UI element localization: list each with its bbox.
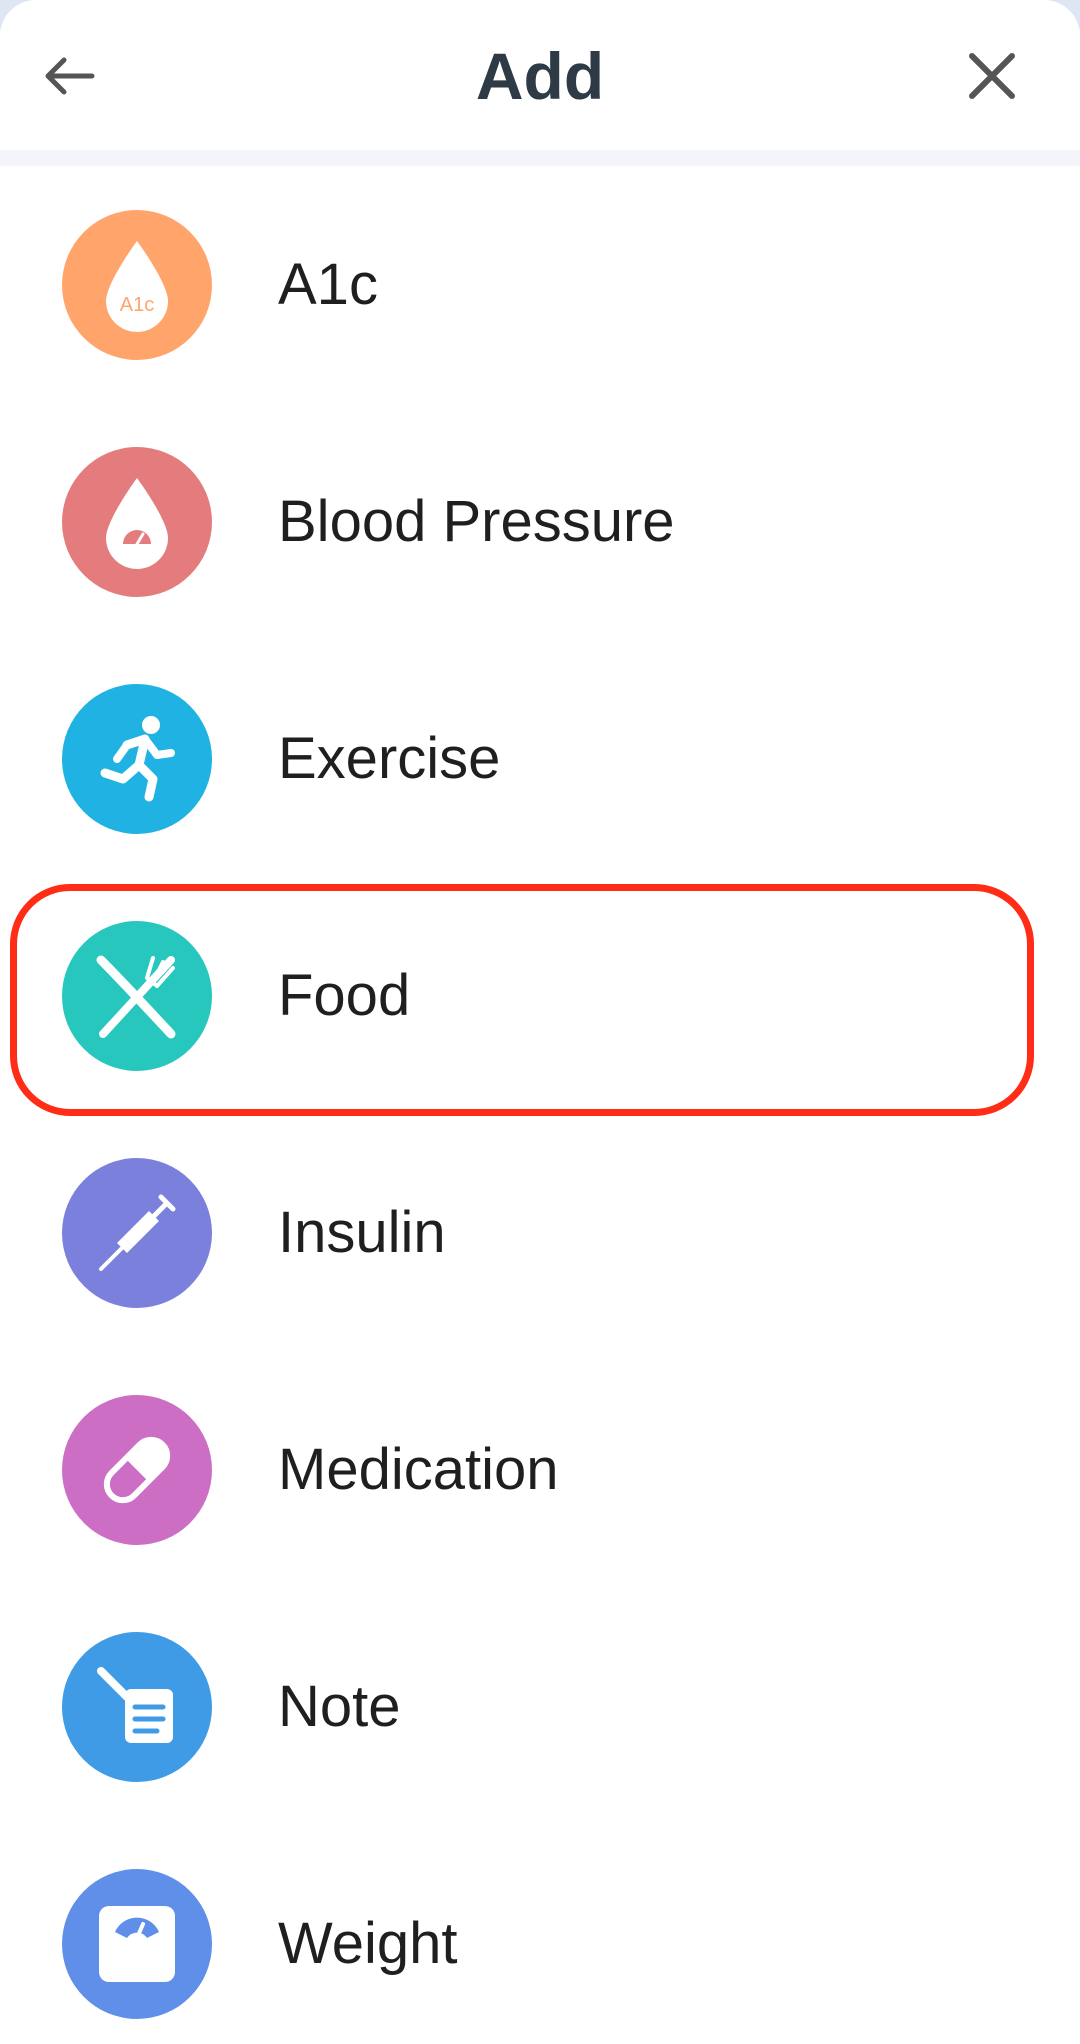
list-item-label: A1c [278,252,378,317]
list-item-label: Blood Pressure [278,489,675,554]
list-item-food[interactable]: Food [0,877,1080,1114]
list-item-label: Note [278,1674,401,1739]
blood-pressure-drop-icon [62,447,212,597]
close-icon [969,53,1015,99]
note-icon [62,1632,212,1782]
list-item-label: Exercise [278,726,501,791]
list-item-label: Weight [278,1911,458,1976]
scale-icon [62,1869,212,2019]
list-item-label: Medication [278,1437,559,1502]
syringe-icon [62,1158,212,1308]
bottom-strip [0,2034,1080,2044]
list-item-medication[interactable]: Medication [0,1351,1080,1588]
running-person-icon [62,684,212,834]
list-item-blood-pressure[interactable]: Blood Pressure [0,403,1080,640]
list-item-weight[interactable]: Weight [0,1825,1080,2044]
list-item-label: Food [278,963,411,1028]
add-sheet: Add A1c A1c Blood Pressure Exercise Food… [0,0,1080,2044]
a1c-drop-icon: A1c [62,210,212,360]
list-item-note[interactable]: Note [0,1588,1080,1825]
list-item-insulin[interactable]: Insulin [0,1114,1080,1351]
page-title: Add [475,39,605,113]
list-item-exercise[interactable]: Exercise [0,640,1080,877]
a1c-icon-text: A1c [120,294,154,316]
pill-capsule-icon [62,1395,212,1545]
close-button[interactable] [952,36,1032,116]
header-divider [0,150,1080,166]
fork-knife-icon [62,921,212,1071]
list-item-a1c[interactable]: A1c A1c [0,166,1080,403]
header: Add [0,0,1080,150]
list-item-label: Insulin [278,1200,446,1265]
